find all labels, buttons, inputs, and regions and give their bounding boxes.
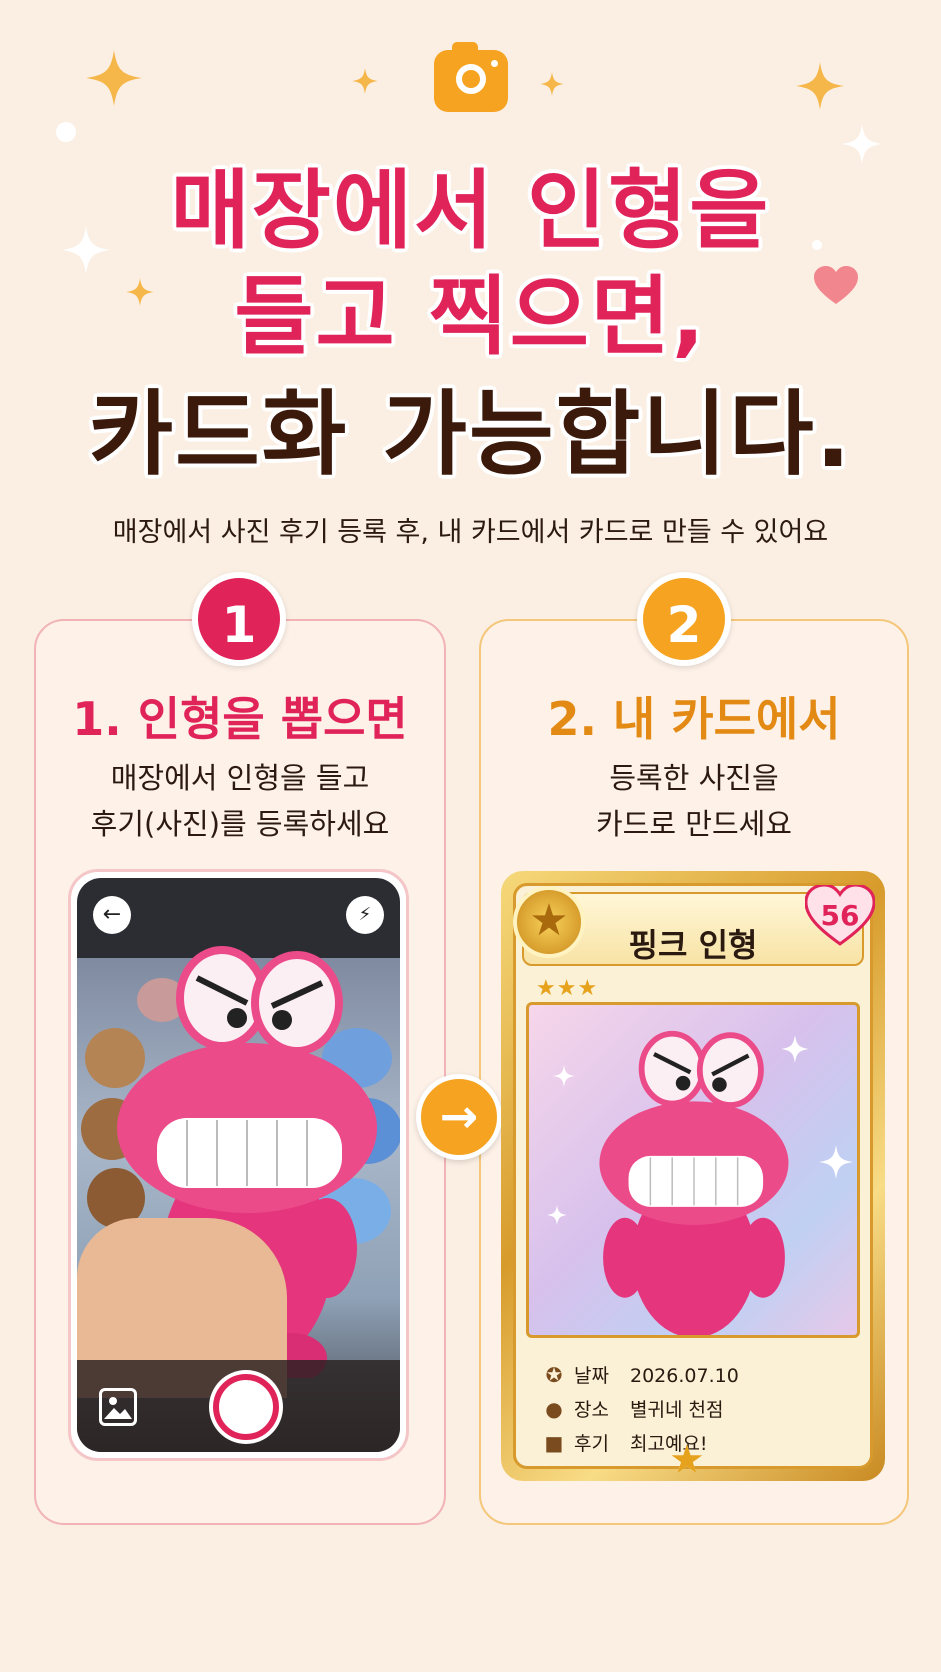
sparkle-icon	[352, 68, 378, 94]
back-icon[interactable]: ←	[93, 896, 131, 934]
subtitle: 매장에서 사진 후기 등록 후, 내 카드에서 카드로 만들 수 있어요	[112, 517, 829, 548]
step-2-description: 등록한 사진을 카드로 만드세요	[479, 755, 909, 847]
star-rating: ★★★	[536, 976, 599, 1001]
camera-viewfinder: ← ⚡	[77, 878, 400, 1452]
camera-small-icon: ■	[544, 1431, 564, 1455]
step-1-description: 매장에서 인형을 들고 후기(사진)를 등록하세요	[34, 755, 446, 847]
step-1-desc-line: 후기(사진)를 등록하세요	[90, 807, 390, 841]
level-number: 56	[820, 899, 860, 932]
gallery-icon[interactable]	[99, 1388, 137, 1426]
star-icon: ★	[669, 1437, 705, 1483]
phone-camera-mockup: ← ⚡	[68, 869, 409, 1461]
sparkle-icon	[819, 1145, 853, 1179]
camera-icon	[434, 42, 508, 112]
place-label: 장소	[574, 1399, 609, 1421]
shutter-button[interactable]	[213, 1374, 279, 1440]
headline-line-2: 들고 찍으면,	[234, 267, 707, 367]
location-pin-icon: ●	[545, 1397, 563, 1421]
step-1-badge: 1	[192, 572, 286, 666]
sparkle-icon	[547, 1205, 567, 1225]
date-value: 2026.07.10	[630, 1365, 739, 1387]
place-value: 별귀네 천점	[630, 1399, 724, 1421]
camera-bottom-bar	[77, 1360, 400, 1452]
step-1-title: 1. 인형을 뽑으면	[72, 692, 408, 746]
place-row: ● 장소 별귀네 천점	[540, 1394, 723, 1424]
headline-line-3: 카드화 가능합니다.	[88, 381, 853, 488]
sparkle-icon	[553, 1065, 575, 1087]
sparkle-icon	[796, 62, 844, 110]
step-2-desc-line: 등록한 사진을	[609, 761, 779, 795]
level-heart-badge: 56	[805, 885, 875, 947]
step-1-desc-line: 매장에서 인형을 들고	[110, 761, 370, 795]
sparkle-icon	[540, 72, 564, 96]
review-label: 후기	[574, 1433, 609, 1455]
arrow-right-icon: →	[416, 1074, 502, 1160]
sparkle-icon	[86, 50, 142, 106]
star-medal-icon: ★	[513, 886, 585, 958]
step-2-badge: 2	[637, 572, 731, 666]
collectible-card: 핑크 인형 ★★★ ✪ 날짜 2026.07.10 ● 장소 별귀네 천점 ■ …	[501, 871, 885, 1483]
card-photo	[526, 1002, 860, 1338]
dot-decoration	[56, 122, 76, 142]
step-2-desc-line: 카드로 만드세요	[596, 807, 792, 841]
medal-icon: ✪	[545, 1363, 563, 1387]
flash-icon[interactable]: ⚡	[346, 896, 384, 934]
date-label: 날짜	[574, 1365, 609, 1387]
card-inner: 핑크 인형 ★★★ ✪ 날짜 2026.07.10 ● 장소 별귀네 천점 ■ …	[513, 883, 873, 1469]
step-2-title: 2. 내 카드에서	[547, 692, 841, 746]
pink-plush-card-photo	[599, 1030, 789, 1335]
date-row: ✪ 날짜 2026.07.10	[540, 1360, 739, 1390]
